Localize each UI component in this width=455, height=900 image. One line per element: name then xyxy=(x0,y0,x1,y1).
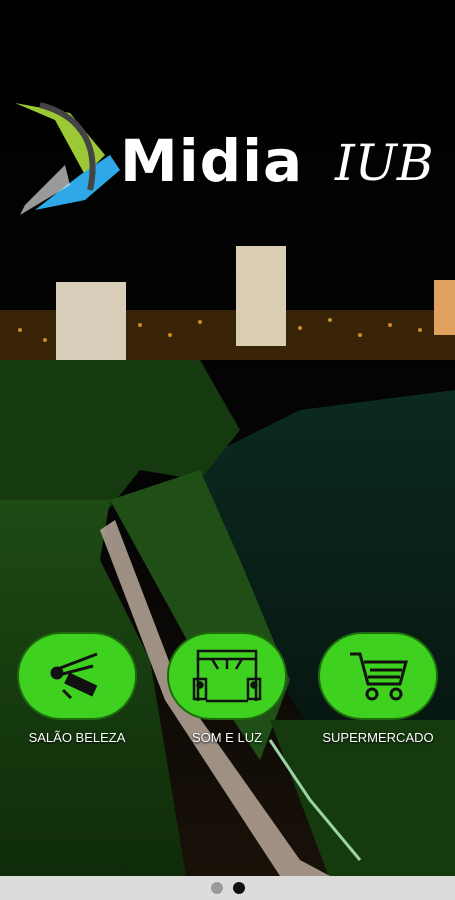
page-indicator xyxy=(0,876,455,900)
page-dot-1[interactable] xyxy=(210,882,223,894)
supermercado-label: SUPERMERCADO xyxy=(322,730,434,745)
supermercado-button[interactable] xyxy=(318,632,438,720)
som-e-luz-button[interactable] xyxy=(167,632,287,720)
salao-beleza-button[interactable] xyxy=(17,632,137,720)
shopping-cart-icon xyxy=(350,652,408,701)
logo-script-text: IUB xyxy=(335,134,434,192)
category-supermercado[interactable]: SUPERMERCADO xyxy=(313,632,443,745)
category-salao-beleza[interactable]: SALÃO BELEZA xyxy=(12,632,142,745)
page-dot-2[interactable] xyxy=(232,882,245,894)
category-som-e-luz[interactable]: SOM E LUZ xyxy=(162,632,292,745)
som-e-luz-label: SOM E LUZ xyxy=(191,730,263,745)
hair-tools-icon xyxy=(50,652,98,700)
stage-lights-icon xyxy=(192,649,262,703)
logo-text: Midia xyxy=(120,127,304,195)
salao-beleza-label: SALÃO BELEZA xyxy=(28,730,126,745)
